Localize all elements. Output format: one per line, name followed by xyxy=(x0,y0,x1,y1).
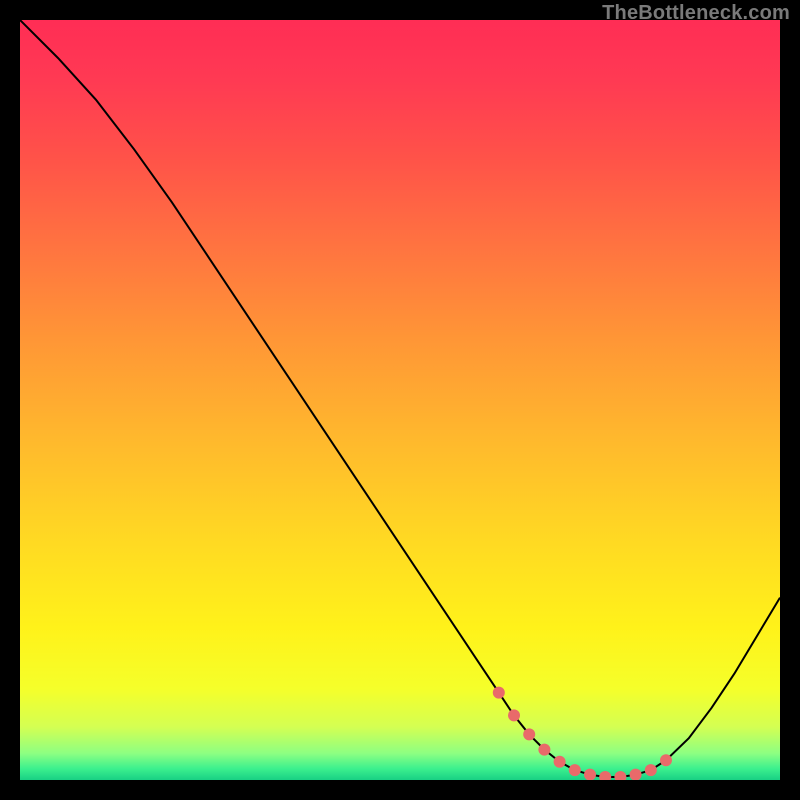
bottleneck-chart xyxy=(20,20,780,780)
optimal-marker xyxy=(508,709,520,721)
optimal-marker xyxy=(554,756,566,768)
optimal-marker xyxy=(538,744,550,756)
gradient-background xyxy=(20,20,780,780)
optimal-marker xyxy=(645,764,657,776)
chart-frame: TheBottleneck.com xyxy=(0,0,800,800)
optimal-marker xyxy=(493,687,505,699)
optimal-marker xyxy=(569,764,581,776)
optimal-marker xyxy=(523,728,535,740)
optimal-marker xyxy=(660,754,672,766)
